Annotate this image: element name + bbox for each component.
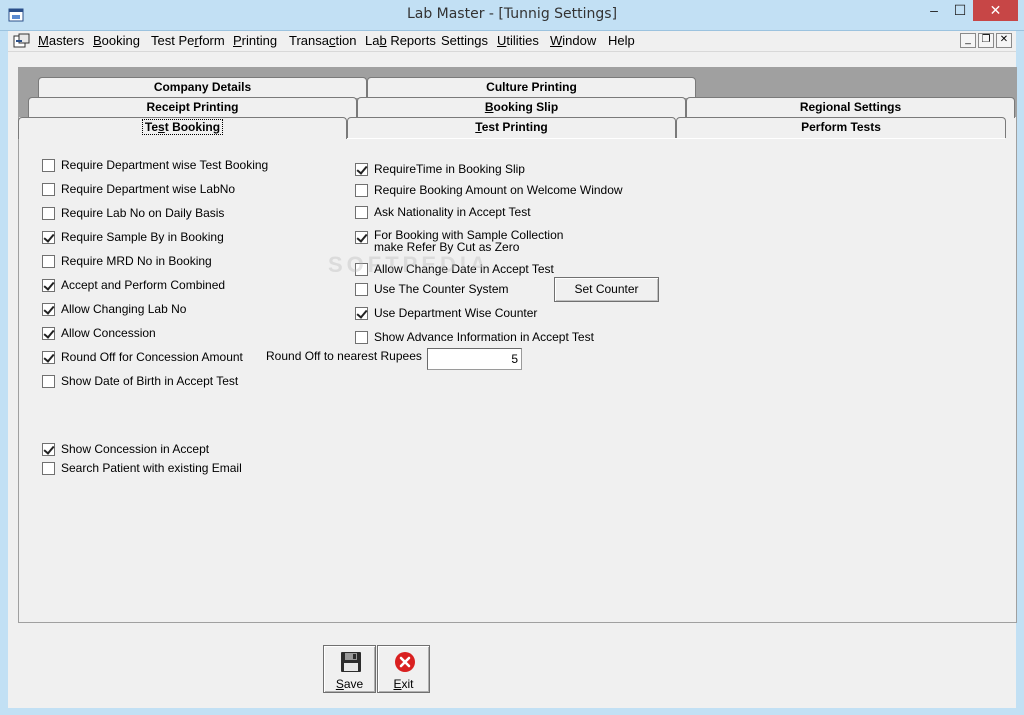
checkbox-label: Use The Counter System — [374, 282, 509, 296]
checkbox[interactable] — [355, 283, 368, 296]
checkbox[interactable] — [355, 331, 368, 344]
checkbox-label: Show Date of Birth in Accept Test — [61, 374, 238, 388]
checkbox[interactable] — [355, 184, 368, 197]
minimize-button[interactable]: – — [921, 0, 947, 21]
checkbox[interactable] — [42, 279, 55, 292]
checkbox-label-text: Allow Changing Lab No — [61, 302, 187, 316]
checkbox-label: Require Booking Amount on Welcome Window — [374, 183, 623, 197]
menu-printing[interactable]: Printing — [233, 33, 277, 48]
round-off-label: Round Off to nearest Rupees — [266, 349, 422, 363]
checkbox-label: RequireTime in Booking Slip — [374, 162, 525, 176]
checkbox-label-text: Require Lab No on Daily Basis — [61, 206, 225, 220]
tab-booking-slip[interactable]: Booking Slip — [357, 97, 686, 118]
checkbox-label-text: Require Booking Amount on Welcome Window — [374, 183, 623, 197]
checkbox-label-text: Show Concession in Accept — [61, 442, 210, 456]
checkbox-label-text: Use Department Wise Counter — [374, 306, 538, 320]
window-frame-left — [0, 31, 8, 715]
maximize-button[interactable]: ☐ — [947, 0, 973, 21]
checkbox-label-text: Require MRD No in Booking — [61, 254, 212, 268]
menu-lab-reports[interactable]: Lab Reports — [365, 33, 436, 48]
checkbox[interactable] — [42, 462, 55, 475]
checkbox-label-text: Use The Counter System — [374, 282, 509, 296]
checkbox-label-text: Require Department wise LabNo — [61, 182, 236, 196]
tab-test-booking[interactable]: Test Booking — [18, 117, 347, 139]
checkbox[interactable] — [42, 255, 55, 268]
checkbox-label-text: Allow Concession — [61, 326, 156, 340]
checkbox[interactable] — [42, 303, 55, 316]
checkbox-label: Allow Concession — [61, 326, 156, 340]
mdi-minimize-button[interactable]: _ — [960, 33, 976, 48]
checkbox-label-text: Search Patient with existing Email — [61, 461, 242, 475]
checkbox-label-text: Accept and Perform Combined — [61, 278, 226, 292]
save-button[interactable]: Save — [323, 645, 376, 693]
checkbox-label: Show Advance Information in Accept Test — [374, 330, 594, 344]
tab-culture-printing[interactable]: Culture Printing — [367, 77, 696, 98]
checkbox-label: Ask Nationality in Accept Test — [374, 205, 531, 219]
checkbox[interactable] — [42, 207, 55, 220]
mdi-close-button[interactable]: ✕ — [996, 33, 1012, 48]
checkbox[interactable] — [42, 375, 55, 388]
window-title: Lab Master - [Tunnig Settings] — [406, 6, 618, 22]
menu-masters[interactable]: Masters — [38, 33, 84, 48]
checkbox-label-text: RequireTime in Booking Slip — [374, 162, 525, 176]
exit-icon — [395, 652, 415, 672]
menu-booking[interactable]: Booking — [93, 33, 140, 48]
menu-window[interactable]: Window — [550, 33, 596, 48]
checkbox[interactable] — [42, 159, 55, 172]
window-frame-bottom — [0, 708, 1024, 715]
round-off-input[interactable]: 5 — [427, 348, 522, 370]
checkbox-label: Allow Changing Lab No — [61, 302, 186, 316]
checkbox[interactable] — [355, 307, 368, 320]
checkbox-label: Require Lab No on Daily Basis — [61, 206, 224, 220]
checkbox[interactable] — [42, 443, 55, 456]
set-counter-button[interactable]: Set Counter — [554, 277, 659, 302]
checkbox-label-text: Show Date of Birth in Accept Test — [61, 374, 239, 388]
title-bar: Lab Master - [Tunnig Settings] – ☐ ✕ — [0, 0, 1024, 31]
menu-settings[interactable]: Settings — [441, 33, 488, 48]
checkbox-label: For Booking with Sample Collection make R… — [374, 229, 563, 253]
exit-button-label: Exit — [393, 677, 414, 691]
menu-utilities[interactable]: Utilities — [497, 33, 539, 48]
watermark: SOFTPEDIA — [328, 252, 490, 277]
checkbox[interactable] — [42, 231, 55, 244]
checkbox-label: Round Off for Concession Amount — [61, 350, 243, 364]
save-button-label: Save — [335, 677, 364, 691]
checkbox-label: Require MRD No in Booking — [61, 254, 212, 268]
checkbox[interactable] — [355, 163, 368, 176]
menu-transaction[interactable]: Transaction — [289, 33, 356, 48]
window-frame-right — [1016, 31, 1024, 715]
floppy-disk-icon — [341, 652, 361, 672]
checkbox-label: Accept and Perform Combined — [61, 278, 225, 292]
close-button[interactable]: ✕ — [973, 0, 1018, 21]
checkbox[interactable] — [42, 327, 55, 340]
checkbox-label-text: Require Department wise Test Booking — [61, 158, 269, 172]
exit-button[interactable]: Exit — [377, 645, 430, 693]
menu-help[interactable]: Help — [608, 33, 635, 48]
tab-test-booking-label: Test Booking — [141, 119, 224, 135]
mdi-restore-button[interactable]: ❐ — [978, 33, 994, 48]
menu-test-perform[interactable]: Test Perform — [151, 33, 225, 48]
tab-perform-tests[interactable]: Perform Tests — [676, 117, 1006, 138]
checkbox[interactable] — [42, 183, 55, 196]
menu-bar: Masters Booking Test Perform Printing Tr… — [8, 31, 1016, 52]
checkbox-label: Show Concession in Accept — [61, 442, 209, 456]
checkbox-label: Require Department wise LabNo — [61, 182, 235, 196]
checkbox[interactable] — [355, 206, 368, 219]
checkbox-label-text: Ask Nationality in Accept Test — [374, 205, 531, 219]
checkbox-label: Search Patient with existing Email — [61, 461, 242, 475]
checkbox-label: Require Sample By in Booking — [61, 230, 224, 244]
checkbox-label-text: Round Off for Concession Amount — [61, 350, 243, 364]
checkbox[interactable] — [355, 231, 368, 244]
checkbox[interactable] — [42, 351, 55, 364]
tab-receipt-printing[interactable]: Receipt Printing — [28, 97, 357, 118]
tab-company-details[interactable]: Company Details — [38, 77, 367, 98]
checkbox-label-text: Show Advance Information in Accept Test — [374, 330, 594, 344]
checkbox-label-text: Require Sample By in Booking — [61, 230, 224, 244]
tab-regional-settings[interactable]: Regional Settings — [686, 97, 1015, 118]
checkbox-label: Require Department wise Test Booking — [61, 158, 268, 172]
tab-test-printing[interactable]: Test Printing — [347, 117, 676, 138]
checkbox-label: Use Department Wise Counter — [374, 306, 537, 320]
mdi-document-icon[interactable] — [13, 33, 31, 49]
